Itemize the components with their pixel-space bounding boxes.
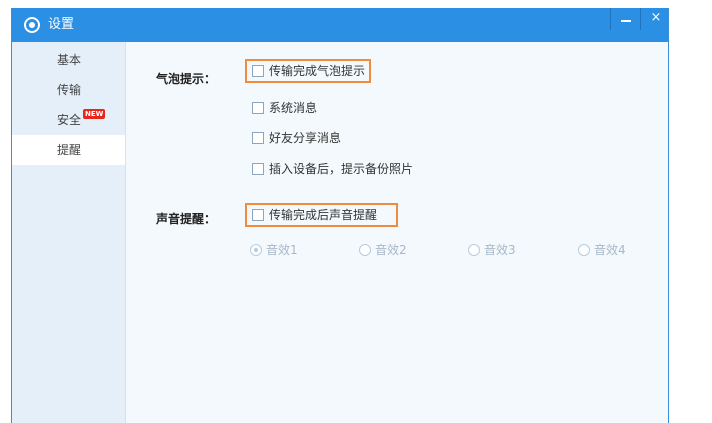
checkbox-label: 系统消息 (269, 101, 318, 115)
bubble-section-label: 气泡提示： (156, 72, 217, 86)
sidebar-item-security[interactable]: 安全 NEW (12, 105, 125, 135)
radio-label: 音效3 (484, 243, 516, 257)
minimize-icon (621, 20, 631, 22)
checkbox-icon[interactable] (252, 101, 264, 114)
radio-sound-effect-1[interactable]: 音效1 (250, 240, 298, 260)
radio-sound-effect-3[interactable]: 音效3 (468, 240, 516, 260)
checkbox-system-message[interactable]: 系统消息 (252, 98, 317, 118)
radio-icon[interactable] (250, 243, 262, 256)
checkbox-label: 插入设备后，提示备份照片 (269, 162, 414, 176)
sidebar-item-label: 安全 (57, 113, 82, 127)
radio-label: 音效2 (375, 243, 407, 257)
checkbox-friend-share[interactable]: 好友分享消息 (252, 128, 341, 148)
title-bar[interactable]: 设置 × (12, 8, 668, 42)
settings-gear-icon (24, 17, 40, 33)
checkbox-label: 好友分享消息 (269, 131, 342, 145)
checkbox-icon[interactable] (252, 208, 264, 221)
checkbox-backup-photos[interactable]: 插入设备后，提示备份照片 (252, 159, 413, 179)
checkbox-transfer-complete-sound[interactable]: 传输完成后声音提醒 (252, 205, 377, 225)
radio-sound-effect-2[interactable]: 音效2 (359, 240, 407, 260)
minimize-button[interactable] (610, 8, 641, 30)
new-badge: NEW (83, 109, 106, 119)
radio-label: 音效4 (594, 243, 626, 257)
reminder-settings-panel: 气泡提示： 传输完成气泡提示 系统消息 好友分享消息 插入设备后，提示备份照片 … (126, 42, 668, 423)
sidebar-item-label: 提醒 (57, 143, 82, 157)
checkbox-label: 传输完成气泡提示 (269, 64, 366, 78)
radio-icon[interactable] (359, 243, 371, 256)
window-title: 设置 (48, 17, 75, 32)
checkbox-icon[interactable] (252, 64, 264, 77)
radio-label: 音效1 (266, 243, 298, 257)
settings-sidebar: 基本 传输 安全 NEW 提醒 (12, 42, 126, 423)
sidebar-item-transfer[interactable]: 传输 (12, 75, 125, 105)
close-button[interactable]: × (640, 8, 668, 30)
radio-sound-effect-4[interactable]: 音效4 (578, 240, 626, 260)
checkbox-transfer-complete-bubble[interactable]: 传输完成气泡提示 (252, 61, 365, 81)
radio-icon[interactable] (578, 243, 590, 256)
checkbox-label: 传输完成后声音提醒 (269, 208, 378, 222)
radio-icon[interactable] (468, 243, 480, 256)
sidebar-item-basic[interactable]: 基本 (12, 45, 125, 75)
sidebar-item-reminder[interactable]: 提醒 (12, 135, 125, 165)
sidebar-item-label: 传输 (57, 83, 82, 97)
sound-section-label: 声音提醒： (156, 212, 217, 226)
checkbox-icon[interactable] (252, 162, 264, 175)
settings-window: 设置 × 基本 传输 安全 NEW 提醒 气泡提示： 传输完成气泡提示 系统消息… (11, 8, 669, 423)
sidebar-item-label: 基本 (57, 53, 82, 67)
checkbox-icon[interactable] (252, 131, 264, 144)
